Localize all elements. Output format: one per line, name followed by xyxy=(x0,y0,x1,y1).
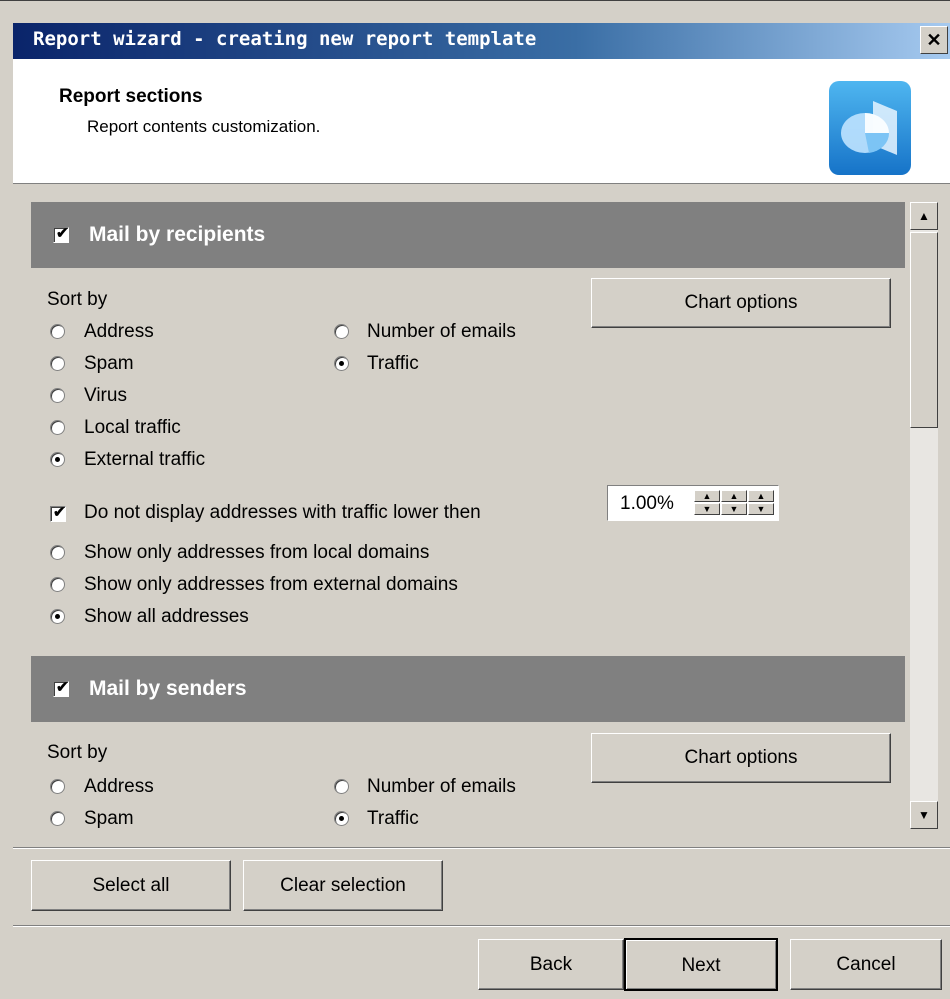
recipients-sort-external-traffic-radio[interactable] xyxy=(50,452,65,467)
section-header-senders: ✔ Mail by senders xyxy=(31,656,905,722)
spin-down-1[interactable]: ▼ xyxy=(694,503,720,515)
senders-chart-options-button[interactable]: Chart options xyxy=(591,733,891,783)
senders-sort-traffic-label: Traffic xyxy=(367,808,419,829)
separator-top xyxy=(13,847,950,849)
page-title: Report sections xyxy=(59,86,203,107)
recipients-sort-address-label: Address xyxy=(84,321,154,342)
page-subtitle: Report contents customization. xyxy=(87,117,321,136)
senders-sort-number-of-emails-radio[interactable] xyxy=(334,779,349,794)
traffic-threshold-value[interactable]: 1.00% xyxy=(620,493,674,515)
all-addresses-radio[interactable] xyxy=(50,609,65,624)
external-domains-radio[interactable] xyxy=(50,577,65,592)
select-all-button[interactable]: Select all xyxy=(31,860,231,911)
local-domains-radio[interactable] xyxy=(50,545,65,560)
recipients-sort-virus-radio[interactable] xyxy=(50,388,65,403)
senders-sort-traffic-radio[interactable] xyxy=(334,811,349,826)
scroll-down-icon[interactable]: ▼ xyxy=(910,801,938,829)
recipients-sort-external-traffic-label: External traffic xyxy=(84,449,206,470)
recipients-sort-number-of-emails-label: Number of emails xyxy=(367,321,516,342)
spin-up-2[interactable]: ▲ xyxy=(721,490,747,502)
recipients-sort-spam-radio[interactable] xyxy=(50,356,65,371)
senders-section-checkbox[interactable]: ✔ xyxy=(53,679,69,697)
section-header-recipients: ✔ Mail by recipients xyxy=(31,202,905,268)
recipients-sort-local-traffic-label: Local traffic xyxy=(84,417,181,438)
separator-bottom xyxy=(13,925,950,927)
external-domains-label: Show only addresses from external domain… xyxy=(84,574,458,595)
senders-sort-by-label: Sort by xyxy=(47,742,108,763)
sections-panel: ✔ Mail by recipients Sort by Chart optio… xyxy=(13,184,950,847)
traffic-threshold-spinner: 1.00% ▲ ▼ ▲ ▼ ▲ ▼ xyxy=(607,485,779,521)
back-button[interactable]: Back xyxy=(478,939,624,990)
spin-up-3[interactable]: ▲ xyxy=(748,490,774,502)
spin-up-1[interactable]: ▲ xyxy=(694,490,720,502)
close-button[interactable]: ✕ xyxy=(920,26,948,54)
recipients-sort-traffic-label: Traffic xyxy=(367,353,419,374)
traffic-threshold-label: Do not display addresses with traffic lo… xyxy=(84,502,481,523)
senders-sort-spam-label: Spam xyxy=(84,808,134,829)
pie-chart-report-icon xyxy=(829,81,911,175)
scroll-up-icon[interactable]: ▲ xyxy=(910,202,938,230)
senders-sort-address-radio[interactable] xyxy=(50,779,65,794)
recipients-sort-by-label: Sort by xyxy=(47,289,108,310)
recipients-sort-virus-label: Virus xyxy=(84,385,127,406)
vertical-scrollbar[interactable]: ▲ ▼ xyxy=(910,202,938,829)
local-domains-label: Show only addresses from local domains xyxy=(84,542,430,563)
title-bar: Report wizard - creating new report temp… xyxy=(13,23,950,59)
senders-sort-address-label: Address xyxy=(84,776,154,797)
recipients-sort-number-of-emails-radio[interactable] xyxy=(334,324,349,339)
wizard-header: Report sections Report contents customiz… xyxy=(13,59,950,184)
all-addresses-label: Show all addresses xyxy=(84,606,249,627)
recipients-section-title: Mail by recipients xyxy=(89,223,266,246)
spin-down-2[interactable]: ▼ xyxy=(721,503,747,515)
scroll-thumb[interactable] xyxy=(910,232,938,428)
recipients-sort-local-traffic-radio[interactable] xyxy=(50,420,65,435)
senders-section-title: Mail by senders xyxy=(89,677,247,700)
senders-sort-number-of-emails-label: Number of emails xyxy=(367,776,516,797)
cancel-button[interactable]: Cancel xyxy=(790,939,942,990)
spin-down-3[interactable]: ▼ xyxy=(748,503,774,515)
clear-selection-button[interactable]: Clear selection xyxy=(243,860,443,911)
close-icon: ✕ xyxy=(926,30,942,50)
recipients-sort-address-radio[interactable] xyxy=(50,324,65,339)
recipients-chart-options-button[interactable]: Chart options xyxy=(591,278,891,328)
senders-sort-spam-radio[interactable] xyxy=(50,811,65,826)
recipients-sort-traffic-radio[interactable] xyxy=(334,356,349,371)
window-title: Report wizard - creating new report temp… xyxy=(33,28,537,50)
traffic-threshold-checkbox[interactable]: ✔ xyxy=(50,504,66,522)
next-button[interactable]: Next xyxy=(624,938,778,991)
recipients-sort-spam-label: Spam xyxy=(84,353,134,374)
recipients-section-checkbox[interactable]: ✔ xyxy=(53,225,69,243)
report-wizard-window: Report wizard - creating new report temp… xyxy=(0,0,950,999)
